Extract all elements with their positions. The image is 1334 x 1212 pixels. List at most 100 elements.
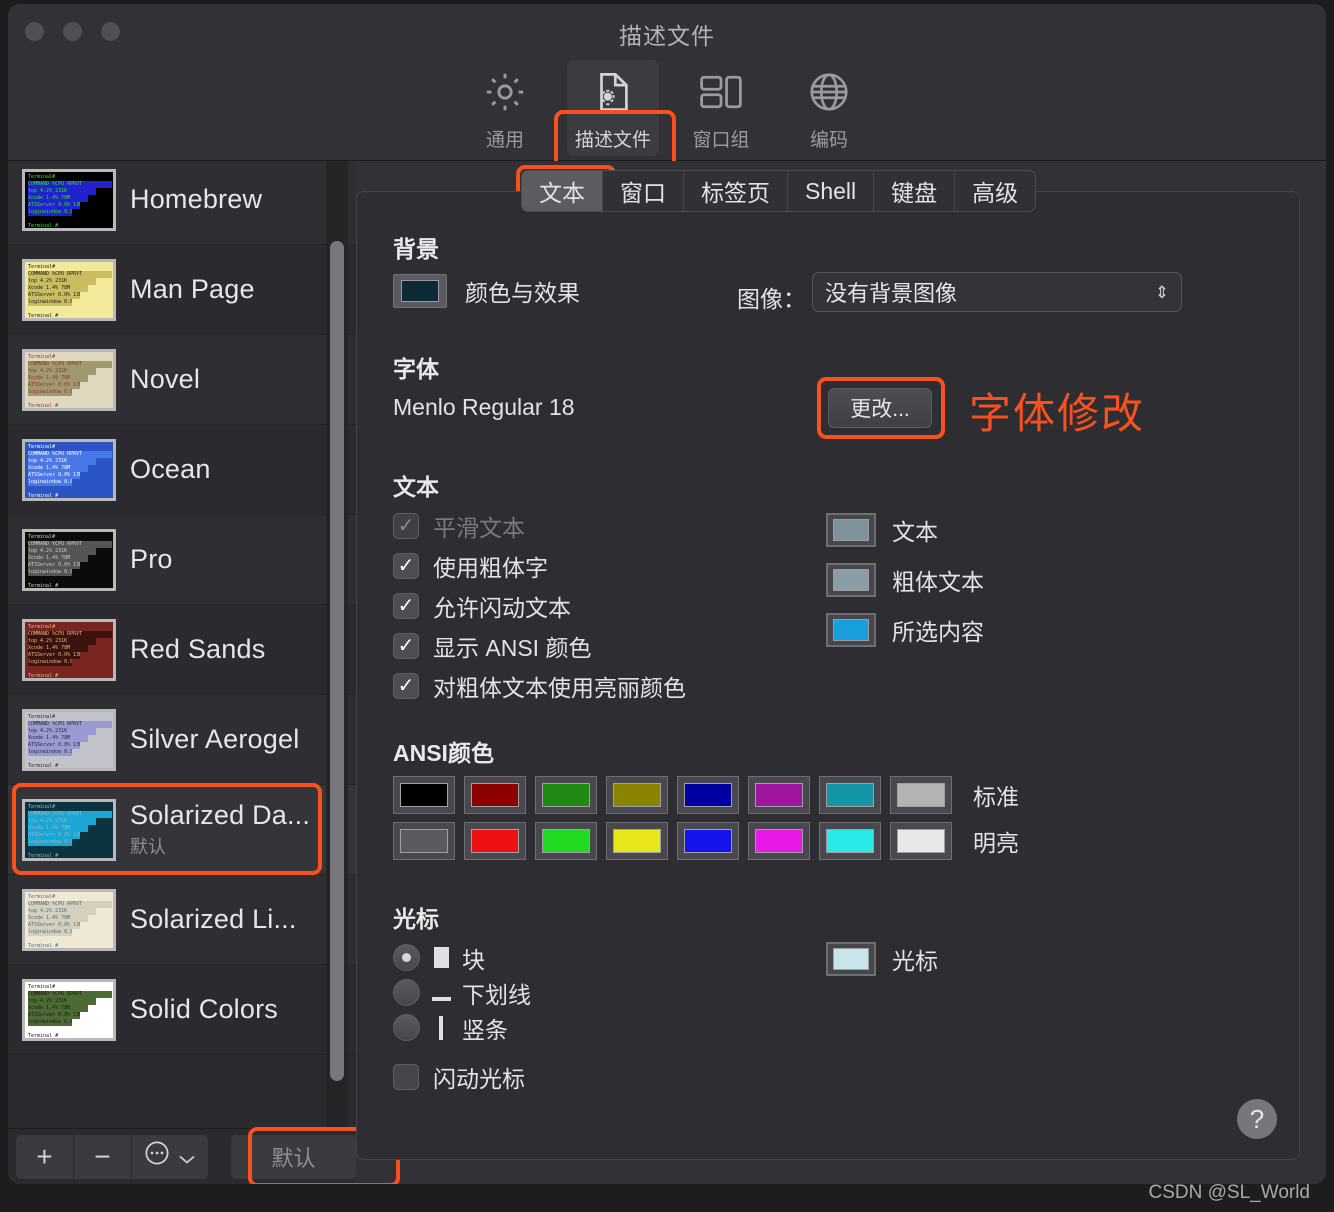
radio-row[interactable]: 竖条 xyxy=(393,1010,531,1045)
ansi-color-swatch[interactable] xyxy=(748,822,810,860)
ansi-color-swatch[interactable] xyxy=(748,776,810,814)
ansi-color-swatch[interactable] xyxy=(464,776,526,814)
toolbar-label-encodings: 编码 xyxy=(810,125,848,152)
tab-Shell[interactable]: Shell xyxy=(788,171,874,211)
ansi-row-label: 标准 xyxy=(973,778,1019,812)
font-heading: 字体 xyxy=(393,350,439,384)
radio-icon[interactable] xyxy=(393,944,420,971)
list-item[interactable]: Terminal#COMMAND %CPU RPRVTtop 4.2% 231K… xyxy=(8,785,356,875)
tab-标签页[interactable]: 标签页 xyxy=(684,171,788,211)
list-item[interactable]: Terminal#COMMAND %CPU RPRVTtop 4.2% 231K… xyxy=(8,965,356,1055)
checkbox-row[interactable]: ✓显示 ANSI 颜色 xyxy=(393,626,686,666)
profile-list-scrollbar[interactable] xyxy=(326,161,348,1184)
ansi-color-swatch[interactable] xyxy=(819,822,881,860)
color-swatch[interactable] xyxy=(826,563,876,597)
ansi-color-row: 明亮 xyxy=(393,822,1019,860)
profile-name: Silver Aerogel xyxy=(130,724,299,755)
profile-list[interactable]: Terminal#COMMAND %CPU RPRVTtop 4.2% 231K… xyxy=(8,161,356,1128)
tab-键盘[interactable]: 键盘 xyxy=(874,171,955,211)
ansi-color-swatch[interactable] xyxy=(393,776,455,814)
list-item[interactable]: Terminal#COMMAND %CPU RPRVTtop 4.2% 231K… xyxy=(8,605,356,695)
background-image-select[interactable]: 没有背景图像 ⇕ xyxy=(812,272,1182,312)
list-item[interactable]: Terminal#COMMAND %CPU RPRVTtop 4.2% 231K… xyxy=(8,245,356,335)
ansi-color-swatch[interactable] xyxy=(677,776,739,814)
checkbox-icon[interactable] xyxy=(393,1064,419,1090)
checkbox-label: 允许闪动文本 xyxy=(433,589,571,623)
color-swatch[interactable] xyxy=(826,513,876,547)
ansi-color-swatch[interactable] xyxy=(535,776,597,814)
background-color-swatch[interactable] xyxy=(393,274,447,308)
ansi-color-swatch[interactable] xyxy=(819,776,881,814)
profile-thumbnail: Terminal#COMMAND %CPU RPRVTtop 4.2% 231K… xyxy=(22,799,116,861)
toolbar-item-general[interactable]: 通用 xyxy=(459,60,551,156)
list-item[interactable]: Terminal#COMMAND %CPU RPRVTtop 4.2% 231K… xyxy=(8,335,356,425)
blink-cursor-row[interactable]: 闪动光标 xyxy=(393,1057,531,1097)
settings-tabs[interactable]: 文本窗口标签页Shell键盘高级 xyxy=(521,170,1036,212)
scrollbar-thumb[interactable] xyxy=(330,241,344,1081)
checkbox-label: 使用粗体字 xyxy=(433,549,548,583)
ansi-color-swatch[interactable] xyxy=(464,822,526,860)
checkbox-icon[interactable]: ✓ xyxy=(393,553,419,579)
tab-窗口[interactable]: 窗口 xyxy=(603,171,684,211)
color-effects-label: 颜色与效果 xyxy=(465,274,580,308)
tab-文本[interactable]: 文本 xyxy=(522,171,603,211)
radio-row[interactable]: 块 xyxy=(393,940,531,975)
ansi-color-swatch[interactable] xyxy=(677,822,739,860)
checkbox-row[interactable]: ✓ 允许闪动文本 xyxy=(393,586,686,626)
ansi-color-grid: 标准明亮 xyxy=(393,776,1019,868)
profile-name: Solarized Li... xyxy=(130,904,297,935)
cursor-color-swatch[interactable] xyxy=(826,942,876,976)
background-heading: 背景 xyxy=(393,230,439,264)
remove-profile-button[interactable]: − xyxy=(74,1135,132,1179)
watermark: CSDN @SL_World xyxy=(1149,1182,1310,1204)
color-swatch[interactable] xyxy=(826,613,876,647)
help-button[interactable]: ? xyxy=(1237,1099,1277,1139)
radio-row[interactable]: 下划线 xyxy=(393,975,531,1010)
list-item[interactable]: Terminal#COMMAND %CPU RPRVTtop 4.2% 231K… xyxy=(8,161,356,245)
profiles-sidebar: Terminal#COMMAND %CPU RPRVTtop 4.2% 231K… xyxy=(8,161,356,1184)
ansi-color-swatch[interactable] xyxy=(606,776,668,814)
checkbox-icon[interactable]: ✓ xyxy=(393,673,419,699)
background-image-label: 图像： xyxy=(737,280,806,314)
toolbar-item-encodings[interactable]: 编码 xyxy=(783,60,875,156)
checkbox-icon[interactable]: ✓ xyxy=(393,593,419,619)
cursor-color-row: 光标 xyxy=(826,942,938,976)
profile-name: Ocean xyxy=(130,454,211,485)
ansi-color-swatch[interactable] xyxy=(890,776,952,814)
radio-icon[interactable] xyxy=(393,1014,420,1041)
toolbar-item-window-groups[interactable]: 窗口组 xyxy=(675,60,767,156)
color-swatch-row[interactable]: 文本 xyxy=(826,505,984,555)
font-change-annotation: 字体修改 xyxy=(969,380,1145,441)
checkbox-icon[interactable]: ✓ xyxy=(393,513,419,539)
set-default-button[interactable]: 默认 xyxy=(231,1135,356,1179)
list-item[interactable]: Terminal#COMMAND %CPU RPRVTtop 4.2% 231K… xyxy=(8,695,356,785)
list-item[interactable]: Terminal#COMMAND %CPU RPRVTtop 4.2% 231K… xyxy=(8,875,356,965)
ansi-color-swatch[interactable] xyxy=(535,822,597,860)
toolbar-item-profiles[interactable]: 描述文件 xyxy=(567,60,659,156)
ansi-color-swatch[interactable] xyxy=(606,822,668,860)
color-swatch-row[interactable]: 所选内容 xyxy=(826,605,984,655)
profile-name: Man Page xyxy=(130,274,255,305)
ansi-color-swatch[interactable] xyxy=(890,822,952,860)
profile-thumbnail: Terminal#COMMAND %CPU RPRVTtop 4.2% 231K… xyxy=(22,169,116,231)
add-profile-button[interactable]: + xyxy=(16,1135,74,1179)
color-swatch-label: 文本 xyxy=(892,513,938,547)
profile-name: Homebrew xyxy=(130,184,262,215)
ansi-color-swatch[interactable] xyxy=(393,822,455,860)
profile-name: Solid Colors xyxy=(130,994,278,1025)
list-item[interactable]: Terminal#COMMAND %CPU RPRVTtop 4.2% 231K… xyxy=(8,425,356,515)
checkbox-icon[interactable]: ✓ xyxy=(393,633,419,659)
tab-高级[interactable]: 高级 xyxy=(955,171,1035,211)
change-font-button[interactable]: 更改... xyxy=(828,388,932,428)
cursor-heading: 光标 xyxy=(393,900,439,934)
checkbox-row[interactable]: ✓平滑文本 xyxy=(393,506,686,546)
profile-actions-button[interactable] xyxy=(132,1135,208,1179)
radio-icon[interactable] xyxy=(393,979,420,1006)
list-item[interactable]: Terminal#COMMAND %CPU RPRVTtop 4.2% 231K… xyxy=(8,515,356,605)
color-swatch-row[interactable]: 粗体文本 xyxy=(826,555,984,605)
checkbox-row[interactable]: ✓ 使用粗体字 xyxy=(393,546,686,586)
toolbar-label-profiles: 描述文件 xyxy=(575,125,651,152)
checkbox-row[interactable]: ✓对粗体文本使用亮丽颜色 xyxy=(393,666,686,706)
window-group-icon xyxy=(697,65,745,119)
checkbox-label: 闪动光标 xyxy=(433,1060,525,1094)
